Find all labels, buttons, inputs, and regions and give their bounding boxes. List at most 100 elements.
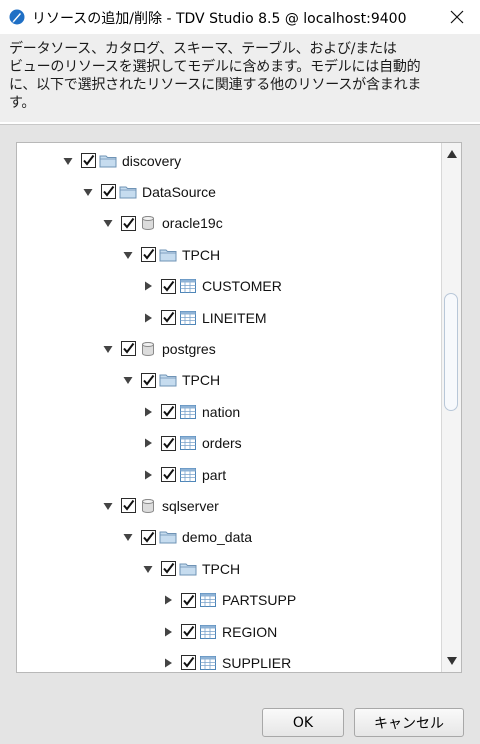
triangle-right-icon [145,438,152,448]
expand-toggle[interactable] [141,562,155,576]
checkmark-icon [183,625,195,637]
node-checkbox[interactable] [121,341,136,357]
node-checkbox[interactable] [181,655,196,671]
expand-toggle[interactable] [121,530,135,544]
tree-node-label: CUSTOMER [202,278,282,295]
expand-toggle[interactable] [101,216,115,230]
triangle-right-icon [145,407,152,417]
node-checkbox[interactable] [141,529,156,545]
collapse-toggle[interactable] [141,279,155,293]
tree-node-row[interactable]: DataSource [81,176,216,207]
tree-node-row[interactable]: sqlserver [101,490,219,521]
cancel-button[interactable]: キャンセル [354,708,464,737]
tree-node-label: DataSource [142,183,216,200]
node-checkbox[interactable] [181,624,196,639]
checkmark-icon [83,154,95,166]
node-checkbox[interactable] [161,310,176,325]
checkmark-icon [123,343,135,354]
node-checkbox[interactable] [161,561,176,577]
tree-node-row[interactable]: CUSTOMER [141,271,282,302]
dialog-footer: OK キャンセル [0,694,480,744]
node-checkbox[interactable] [141,247,156,263]
expand-toggle[interactable] [81,185,95,199]
collapse-toggle[interactable] [141,468,155,482]
table-icon [200,593,216,608]
collapse-toggle[interactable] [161,656,175,670]
description-line: す。 [9,95,36,111]
scroll-up-button[interactable] [442,145,461,163]
tree-node-row[interactable]: orders [141,428,242,459]
checkmark-icon [143,531,155,543]
checkmark-icon [183,657,195,668]
database-icon [142,216,154,231]
checkmark-icon [163,468,175,480]
scroll-thumb[interactable] [444,293,458,411]
table-icon [180,404,196,419]
tree-node-label: SUPPLIER [222,654,292,671]
scroll-track[interactable] [442,165,461,650]
tree-node-label: discovery [122,152,182,169]
triangle-down-icon [123,377,133,385]
tree-node-label: TPCH [182,246,221,263]
tree-node-row[interactable]: REGION [161,616,277,647]
tree-node-row[interactable]: PARTSUPP [161,585,296,616]
expand-toggle[interactable] [101,342,115,356]
folder-icon [159,531,177,544]
tree-node-row[interactable]: TPCH [121,239,220,270]
tree-node-label: LINEITEM [202,309,267,326]
triangle-down-icon [123,251,133,259]
tree-node-row[interactable]: TPCH [121,365,220,396]
node-checkbox[interactable] [161,435,176,451]
collapse-toggle[interactable] [161,625,175,639]
node-checkbox[interactable] [161,278,176,294]
tree-node-row[interactable]: TPCH [141,553,240,584]
node-checkbox[interactable] [81,153,96,168]
tree-node-row[interactable]: SUPPLIER [161,647,291,672]
tree-node-label: demo_data [182,529,253,546]
table-icon [180,467,196,482]
triangle-down-icon [123,534,133,542]
expand-toggle[interactable] [121,373,135,387]
checkmark-icon [163,406,175,417]
node-checkbox[interactable] [101,184,116,200]
node-checkbox[interactable] [181,592,196,608]
collapse-toggle[interactable] [141,405,155,419]
expand-toggle[interactable] [121,248,135,262]
node-checkbox[interactable] [141,372,156,388]
triangle-right-icon [165,658,172,668]
node-checkbox[interactable] [121,498,136,514]
tree-node-row[interactable]: demo_data [121,522,252,553]
folder-icon [99,155,117,167]
collapse-toggle[interactable] [161,593,175,607]
scroll-down-button[interactable] [442,652,461,670]
triangle-down-icon [143,565,153,573]
tree-node-row[interactable]: nation [141,396,240,427]
table-icon [180,310,196,325]
ok-button[interactable]: OK [262,708,344,737]
window-title: リソースの追加/削除 - TDV Studio 8.5 @ localhost:… [32,11,407,27]
tree-node-row[interactable]: discovery [61,145,181,176]
database-icon [142,341,154,356]
vertical-scrollbar[interactable] [441,143,461,672]
close-button[interactable] [434,0,480,34]
triangle-right-icon [165,627,172,636]
tree-node-row[interactable]: postgres [101,333,216,364]
collapse-toggle[interactable] [141,311,155,325]
collapse-toggle[interactable] [141,436,155,450]
tree-node-row[interactable]: part [141,459,226,490]
expand-toggle[interactable] [61,154,75,168]
triangle-right-icon [165,595,172,605]
description-line: に、以下で選択されたリソースに関連する他のリソースが含まれま [9,77,422,93]
checkmark-icon [103,186,115,197]
tree-node-label: PARTSUPP [222,592,297,609]
node-checkbox[interactable] [161,404,176,420]
node-checkbox[interactable] [121,215,136,231]
folder-icon [159,249,177,262]
folder-icon [179,563,197,576]
tree-node-row[interactable]: LINEITEM [141,302,267,333]
node-checkbox[interactable] [161,467,176,482]
checkmark-icon [123,217,135,229]
tree-node-row[interactable]: oracle19c [101,208,223,239]
expand-toggle[interactable] [101,499,115,513]
tree-node-label: nation [202,403,241,420]
